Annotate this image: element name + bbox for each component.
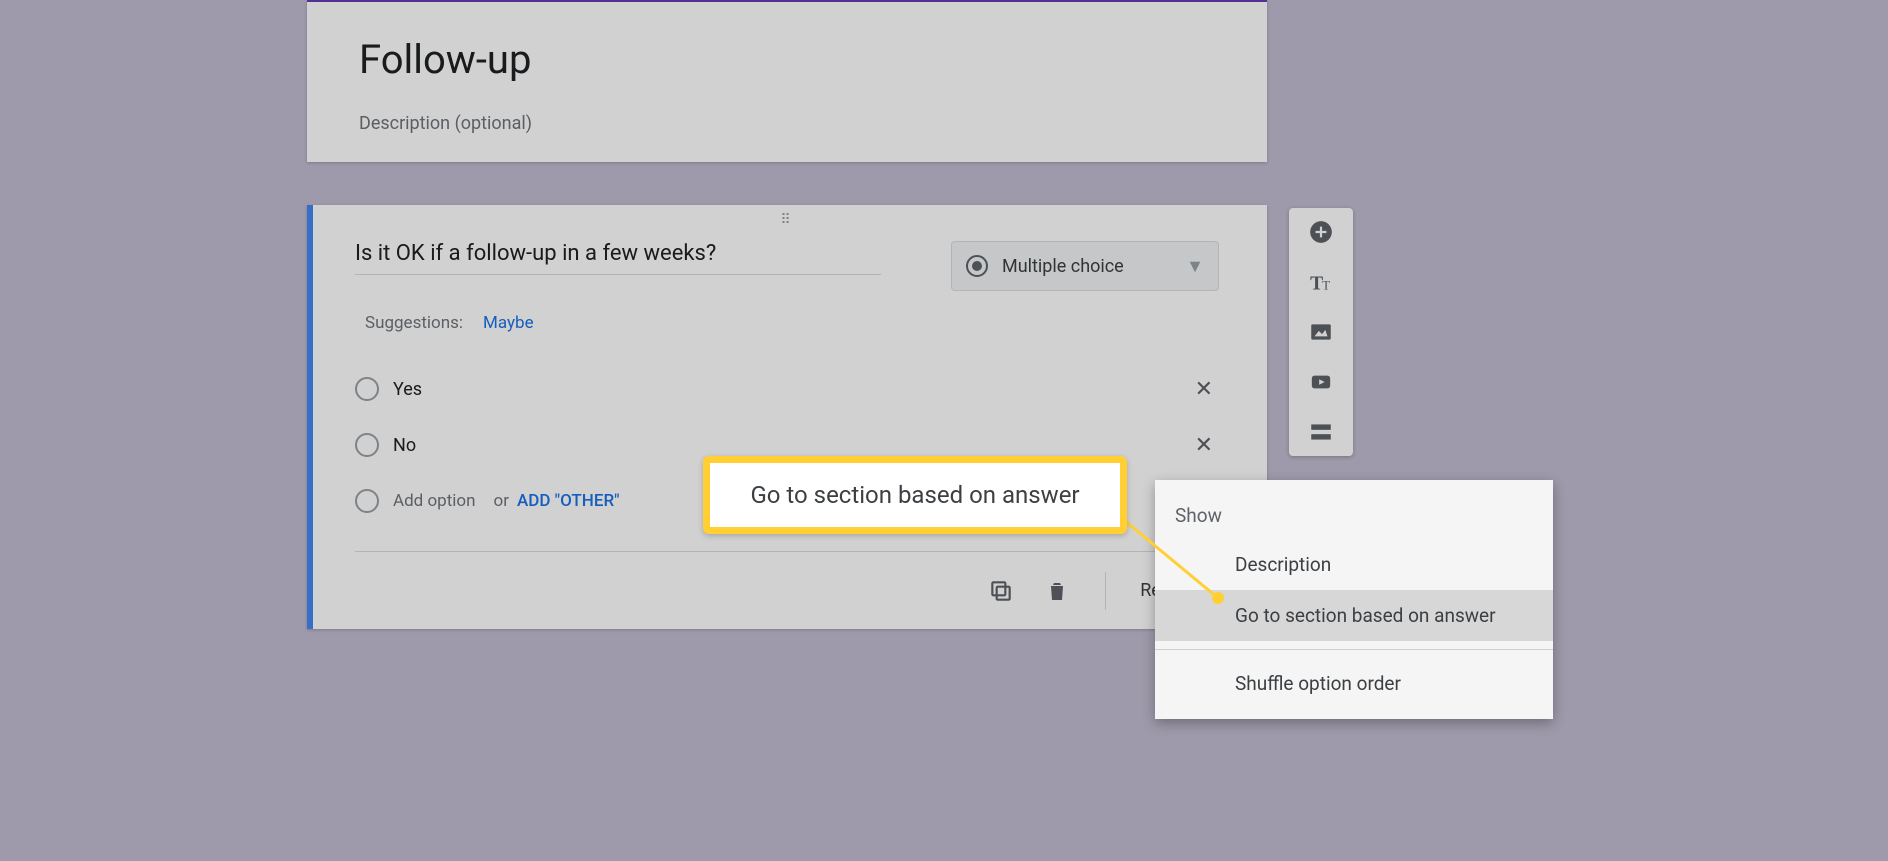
section-header-card: Follow-up Description (optional) <box>307 0 1267 162</box>
floating-toolbar: TT <box>1289 208 1353 456</box>
add-circle-icon <box>1308 219 1334 245</box>
section-title-input[interactable]: Follow-up <box>359 36 1215 83</box>
image-icon <box>1308 319 1334 345</box>
question-more-menu: Show Description Go to section based on … <box>1155 480 1553 719</box>
add-question-button[interactable] <box>1307 218 1335 246</box>
section-description-input[interactable]: Description (optional) <box>359 113 1215 134</box>
add-other-button[interactable]: ADD "OTHER" <box>517 491 620 511</box>
question-text-input[interactable]: Is it OK if a follow-up in a few weeks? <box>355 241 881 275</box>
delete-button[interactable] <box>1043 577 1071 605</box>
trash-icon <box>1045 578 1069 604</box>
add-option-button[interactable]: Add option <box>393 491 476 511</box>
remove-option-button[interactable]: ✕ <box>1189 371 1219 408</box>
suggestions-label: Suggestions: <box>365 313 463 333</box>
video-icon <box>1307 371 1335 393</box>
menu-divider <box>1155 649 1553 650</box>
or-label: or <box>494 491 509 511</box>
option-label-input[interactable]: Yes <box>393 379 422 400</box>
close-icon: ✕ <box>1195 433 1213 458</box>
menu-item-description[interactable]: Description <box>1155 539 1553 590</box>
callout-text: Go to section based on answer <box>750 481 1079 509</box>
suggestion-chip[interactable]: Maybe <box>483 313 534 333</box>
option-row: Yes ✕ <box>355 361 1219 417</box>
copy-icon <box>988 578 1014 604</box>
annotation-callout: Go to section based on answer <box>703 456 1127 534</box>
svg-text:T: T <box>1322 278 1330 293</box>
duplicate-button[interactable] <box>987 577 1015 605</box>
radio-icon <box>966 255 988 277</box>
add-section-button[interactable] <box>1307 418 1335 446</box>
add-title-button[interactable]: TT <box>1307 268 1335 296</box>
menu-heading: Show <box>1155 498 1553 539</box>
drag-handle-icon[interactable]: ⠿ <box>355 205 1219 231</box>
menu-item-shuffle[interactable]: Shuffle option order <box>1155 658 1553 709</box>
divider <box>1105 572 1106 610</box>
radio-outline-icon <box>355 433 379 457</box>
question-card: ⠿ Is it OK if a follow-up in a few weeks… <box>307 205 1267 629</box>
option-label-input[interactable]: No <box>393 435 416 456</box>
remove-option-button[interactable]: ✕ <box>1189 427 1219 464</box>
title-icon: TT <box>1308 269 1334 295</box>
add-video-button[interactable] <box>1307 368 1335 396</box>
close-icon: ✕ <box>1195 377 1213 402</box>
radio-outline-icon <box>355 489 379 513</box>
menu-item-goto-section[interactable]: Go to section based on answer <box>1155 590 1553 641</box>
section-icon <box>1308 419 1334 445</box>
radio-outline-icon <box>355 377 379 401</box>
question-type-dropdown[interactable]: Multiple choice ▼ <box>951 241 1219 291</box>
add-image-button[interactable] <box>1307 318 1335 346</box>
question-type-label: Multiple choice <box>1002 256 1124 277</box>
question-footer: Required <box>355 551 1219 629</box>
chevron-down-icon: ▼ <box>1186 256 1204 277</box>
